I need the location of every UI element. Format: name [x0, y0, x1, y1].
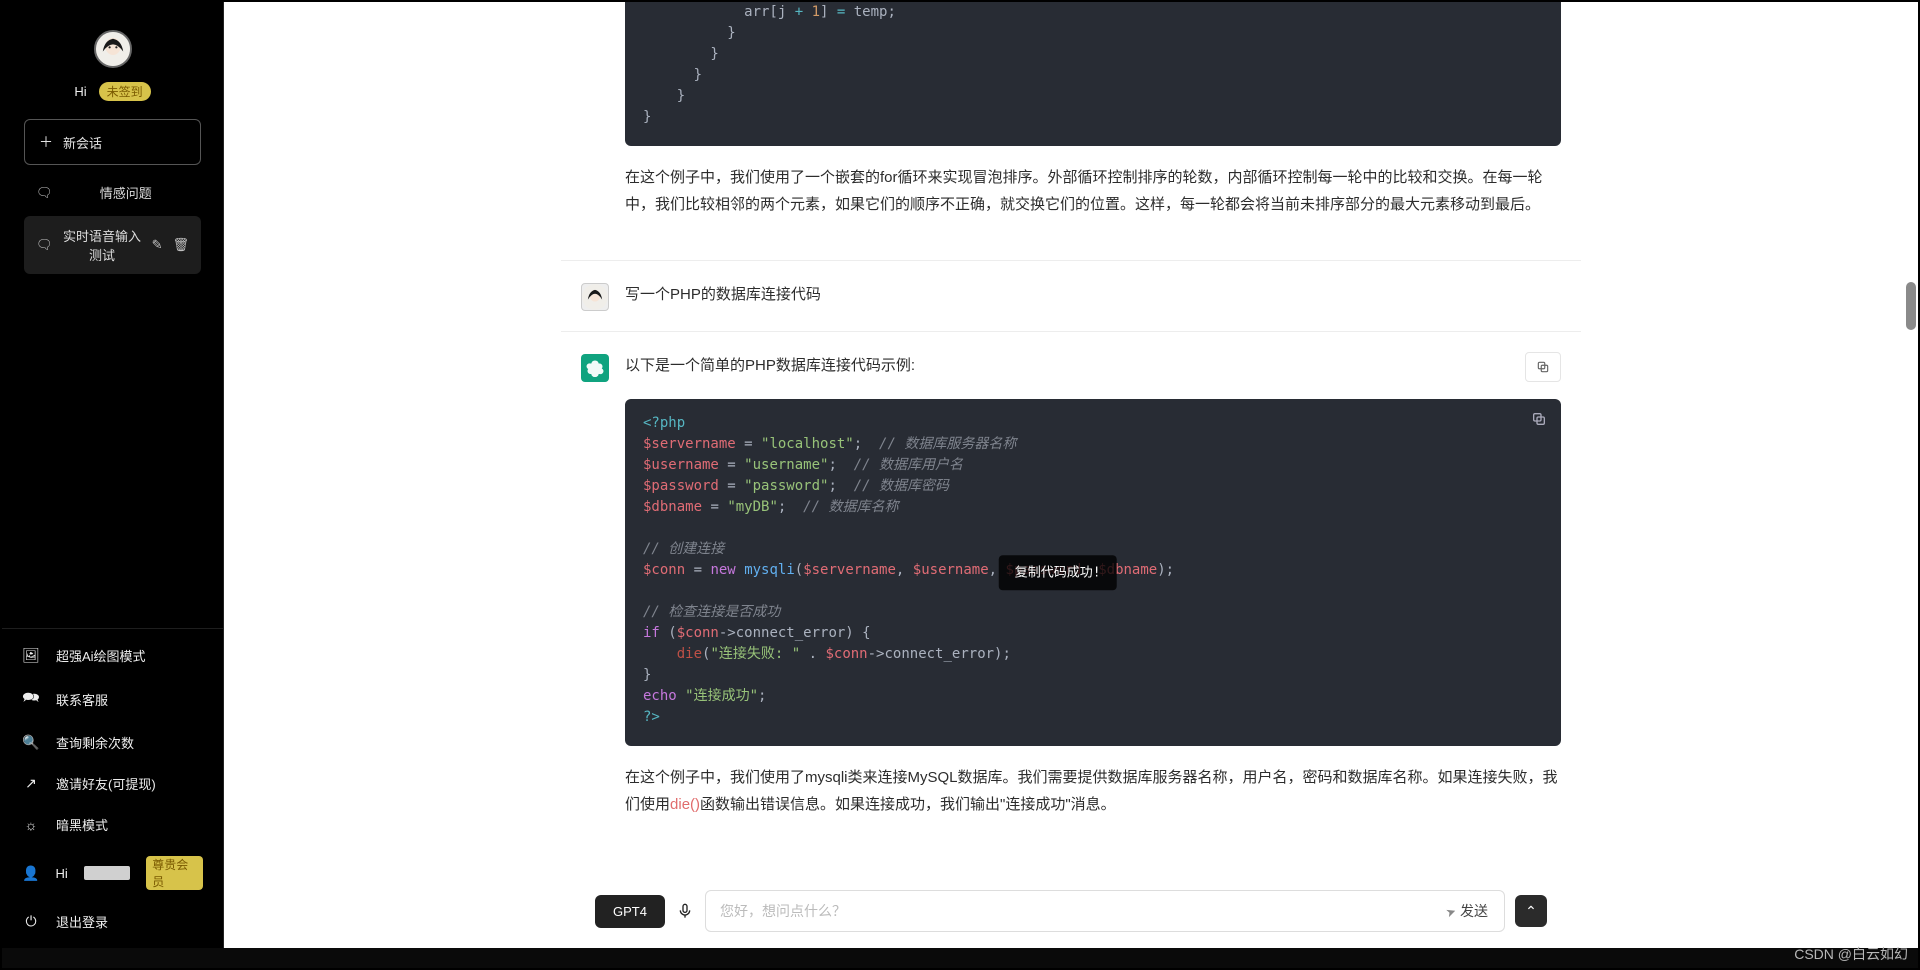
user-avatar-small	[581, 283, 609, 311]
main-area: arr[j + 1] = temp; } } } } } 在这个例子中，我们使用…	[224, 2, 1918, 948]
ai-paragraph: 在这个例子中，我们使用了mysqli类来连接MySQL数据库。我们需要提供数据库…	[625, 764, 1561, 818]
conversation-label: 实时语音输入测试	[63, 226, 142, 264]
sidebar-item-quota[interactable]: 🔍 查询剩余次数	[2, 722, 223, 763]
power-icon: ⏻	[22, 913, 40, 930]
watermark: CSDN @白云如幻	[1794, 944, 1908, 964]
chat-input[interactable]	[720, 893, 1436, 929]
image-icon: 🖼	[22, 647, 40, 664]
sidebar-bottom: 🖼 超强Ai绘图模式 🗪 联系客服 🔍 查询剩余次数 ↗ 邀请好友(可提现) ☼ 暗黑模式…	[2, 628, 223, 948]
signin-badge[interactable]: 未签到	[99, 82, 151, 101]
chat-input-wrap: 发送	[705, 890, 1505, 932]
send-icon	[1446, 903, 1456, 919]
user-text: 写一个PHP的数据库连接代码	[625, 286, 821, 303]
sidebar-item-label: 邀请好友(可提现)	[56, 774, 156, 793]
model-select-button[interactable]: GPT4	[595, 895, 665, 928]
copy-message-button[interactable]	[1525, 352, 1561, 382]
sidebar-item-logout[interactable]: ⏻ 退出登录	[2, 901, 223, 942]
sidebar-item-label: 联系客服	[56, 690, 108, 709]
ai-intro: 以下是一个简单的PHP数据库连接代码示例:	[625, 357, 915, 374]
scrollbar-thumb[interactable]	[1906, 282, 1916, 330]
code-content: <?php $servername = "localhost"; // 数据库服…	[643, 413, 1543, 728]
conversation-label: 情感问题	[63, 183, 189, 202]
search-icon: 🔍	[22, 734, 40, 751]
sidebar-item-label: 超强Ai绘图模式	[56, 646, 146, 665]
sidebar-item-support[interactable]: 🗪 联系客服	[2, 676, 223, 722]
sidebar-item-label: 暗黑模式	[56, 815, 108, 834]
sidebar: Hi 未签到 ＋ 新会话 🗨 情感问题 🗨 实时语音输入测试 ✎ 🗑 🖼	[2, 2, 224, 948]
ai-paragraph: 在这个例子中，我们使用了一个嵌套的for循环来实现冒泡排序。外部循环控制排序的轮…	[625, 164, 1561, 218]
account-prefix: Hi	[55, 866, 67, 881]
conversation-item-active[interactable]: 🗨 实时语音输入测试 ✎ 🗑	[24, 216, 201, 274]
send-button[interactable]: 发送	[1436, 895, 1498, 927]
share-icon: ↗	[22, 775, 40, 792]
sidebar-item-label: 查询剩余次数	[56, 733, 134, 752]
sidebar-item-theme[interactable]: ☼ 暗黑模式	[2, 804, 223, 845]
copy-code-button[interactable]	[1531, 411, 1547, 434]
vip-badge: 尊贵会员	[146, 856, 203, 890]
wechat-icon: 🗪	[22, 687, 40, 711]
chat-icon: 🗨	[36, 237, 53, 253]
plus-icon: ＋	[39, 132, 53, 152]
sidebar-item-draw[interactable]: 🖼 超强Ai绘图模式	[2, 635, 223, 676]
code-content: arr[j + 1] = temp; } } } } }	[643, 2, 1543, 128]
conversation-item[interactable]: 🗨 情感问题	[24, 173, 201, 212]
sidebar-item-invite[interactable]: ↗ 邀请好友(可提现)	[2, 763, 223, 804]
user-icon: 👤	[22, 865, 39, 882]
greeting-prefix: Hi	[74, 84, 86, 99]
edit-icon[interactable]: ✎	[152, 237, 163, 253]
greeting-row: Hi 未签到	[14, 82, 211, 101]
code-block: arr[j + 1] = temp; } } } } }	[625, 2, 1561, 146]
ai-message: arr[j + 1] = temp; } } } } } 在这个例子中，我们使用…	[581, 2, 1561, 260]
user-message: 写一个PHP的数据库连接代码	[581, 261, 1561, 331]
chat-scroll[interactable]: arr[j + 1] = temp; } } } } } 在这个例子中，我们使用…	[224, 2, 1918, 876]
ai-avatar	[581, 354, 609, 382]
chat-icon: 🗨	[36, 185, 53, 201]
sidebar-item-account[interactable]: 👤 Hi 尊贵会员	[2, 845, 223, 901]
code-block: <?php $servername = "localhost"; // 数据库服…	[625, 399, 1561, 746]
sun-icon: ☼	[22, 817, 40, 833]
new-chat-button[interactable]: ＋ 新会话	[24, 119, 201, 165]
sidebar-item-label: 退出登录	[56, 912, 108, 931]
inline-code: die()	[670, 796, 700, 813]
mic-button[interactable]	[675, 901, 695, 921]
expand-button[interactable]: ⌃	[1515, 895, 1547, 927]
delete-icon[interactable]: 🗑	[172, 237, 189, 253]
ai-message: 以下是一个简单的PHP数据库连接代码示例: <?php $servername …	[581, 332, 1561, 860]
input-bar: GPT4 发送 ⌃	[224, 876, 1918, 948]
account-name-masked	[84, 866, 131, 880]
user-avatar[interactable]	[94, 30, 132, 68]
send-label: 发送	[1460, 901, 1488, 921]
new-chat-label: 新会话	[63, 133, 102, 152]
